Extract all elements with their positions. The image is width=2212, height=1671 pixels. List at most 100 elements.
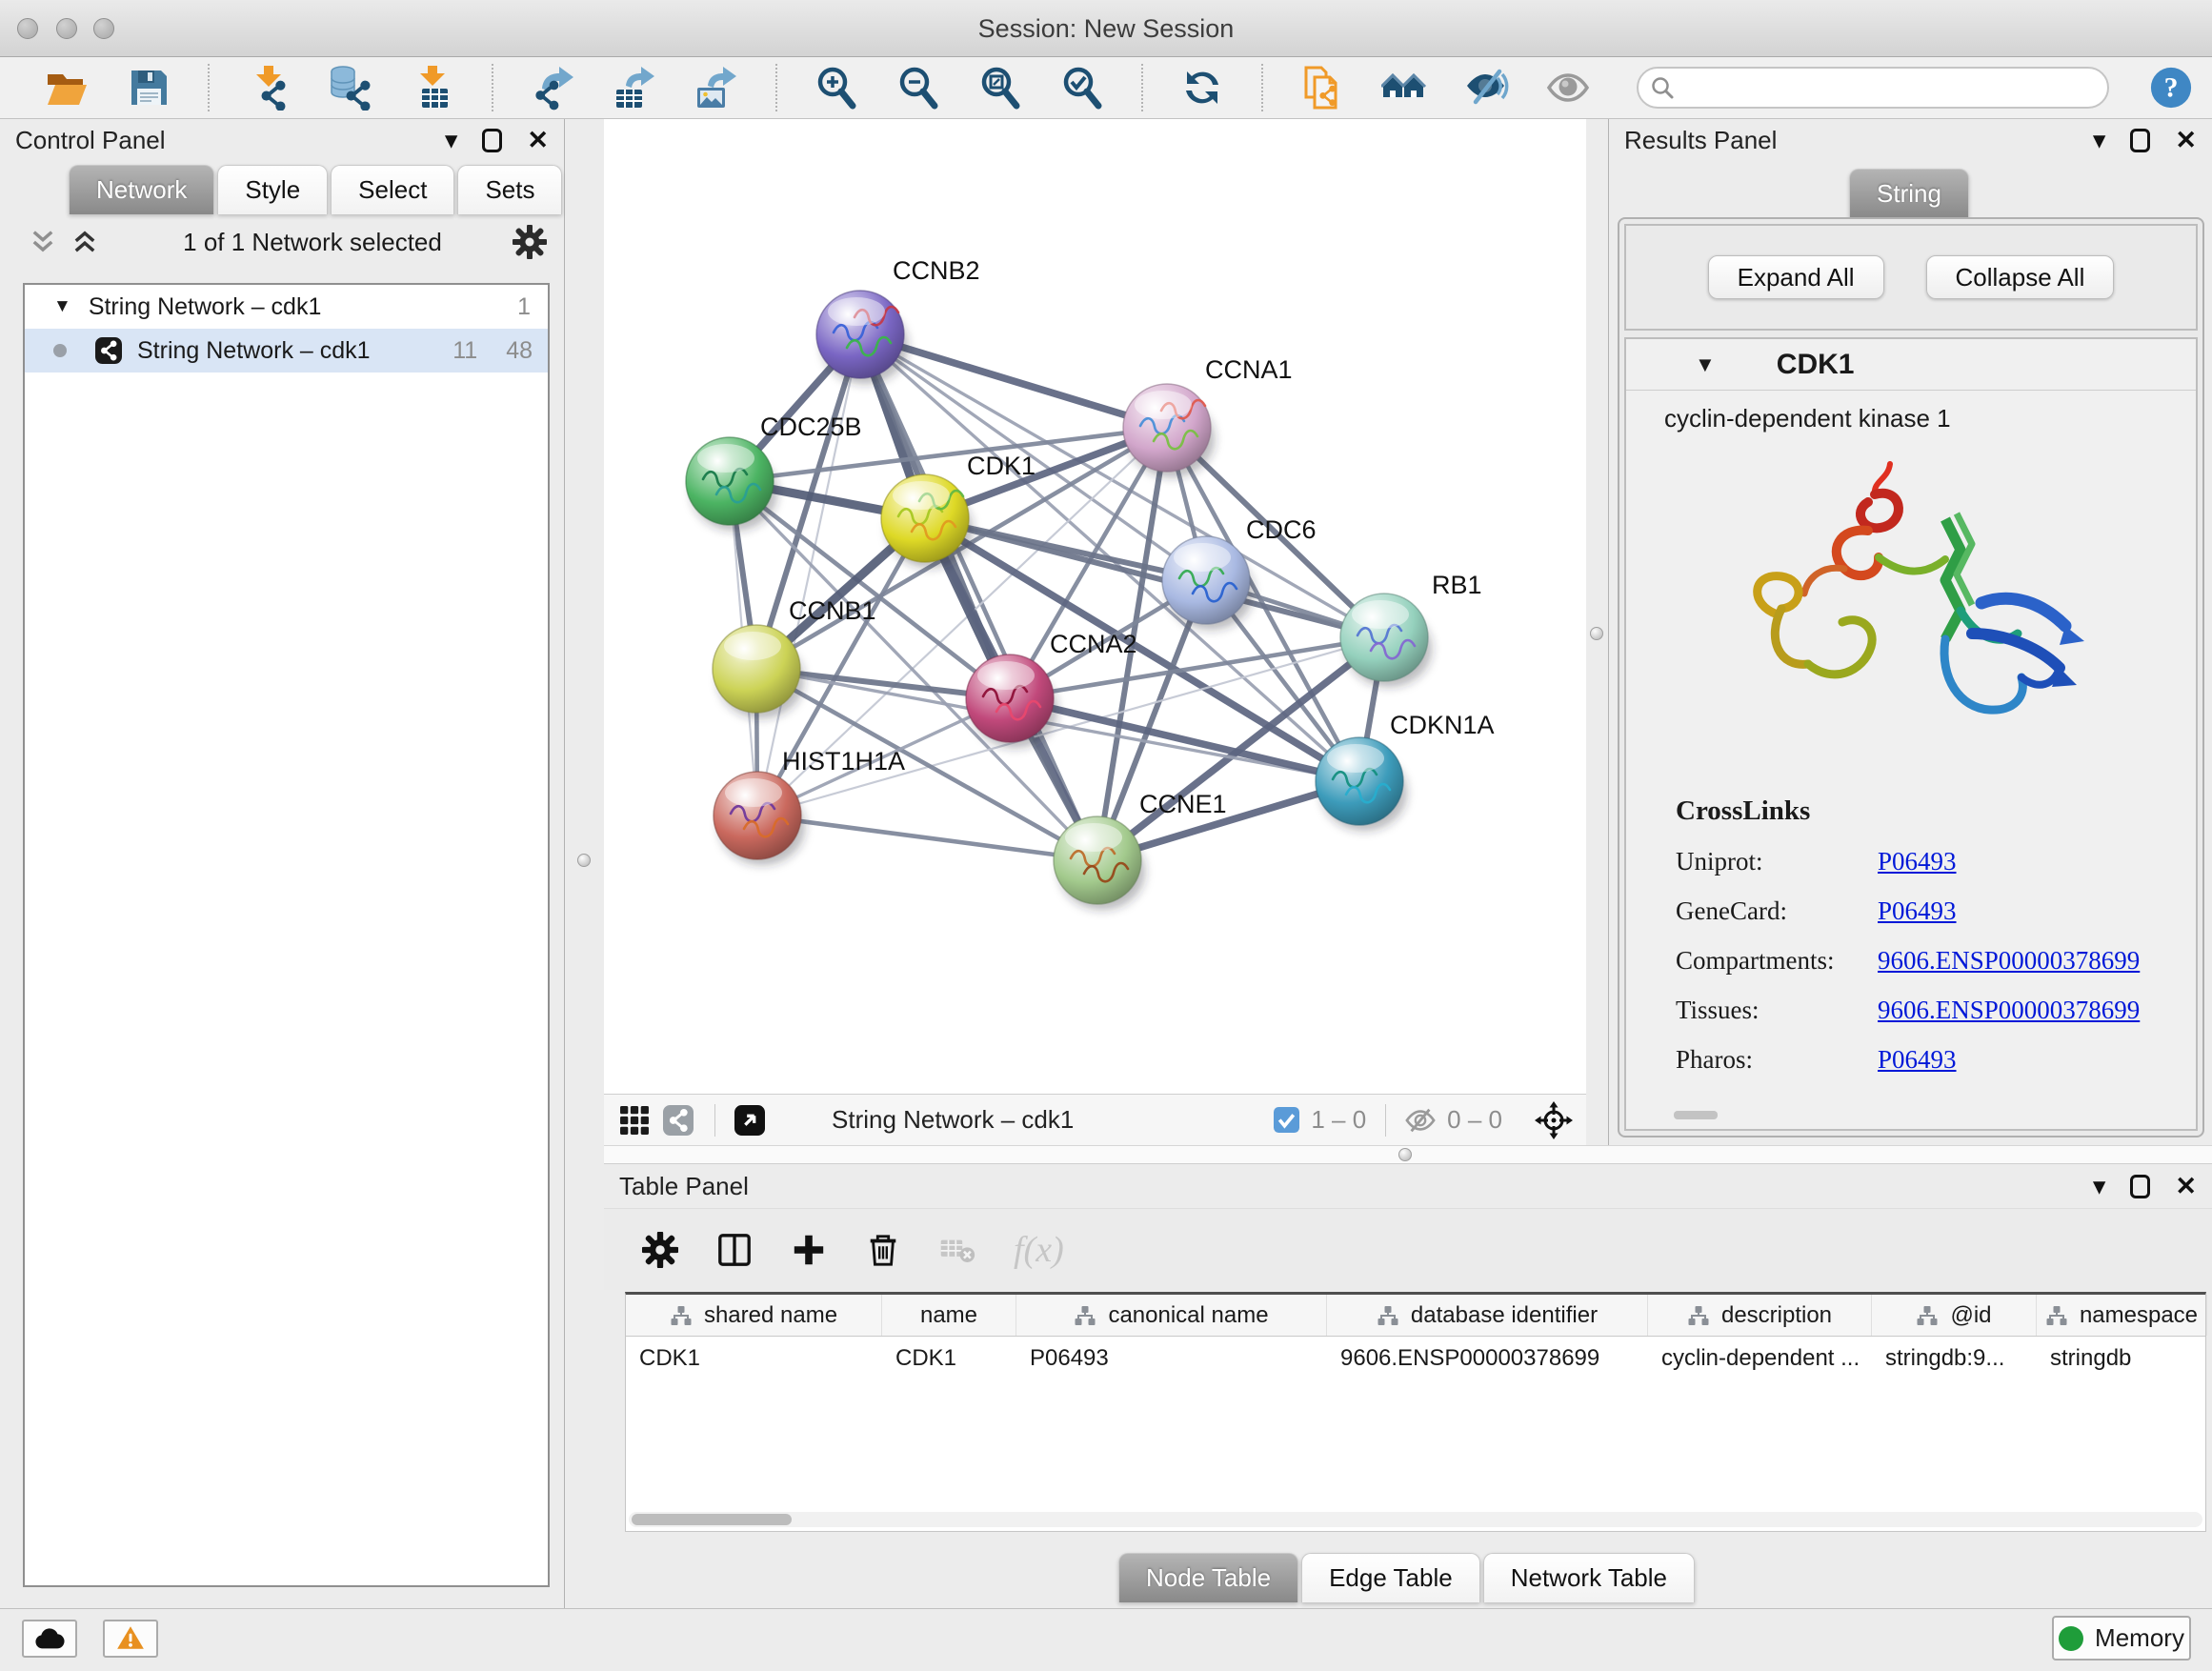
add-column-icon[interactable] — [791, 1232, 827, 1268]
column-header-canonical-name[interactable]: canonical name — [1016, 1295, 1327, 1336]
save-session-icon[interactable] — [126, 65, 171, 111]
table-horizontal-scrollbar[interactable] — [629, 1512, 2202, 1527]
node-CDC25B[interactable] — [686, 437, 777, 531]
control-panel-float-button[interactable] — [482, 129, 502, 152]
table-scrollbar-thumb[interactable] — [632, 1514, 792, 1525]
column-header-description[interactable]: description — [1648, 1295, 1872, 1336]
table-settings-icon[interactable] — [642, 1232, 678, 1268]
view-network-icon[interactable] — [663, 1105, 694, 1136]
control-panel-close-button[interactable]: ✕ — [527, 128, 549, 153]
refresh-icon[interactable] — [1179, 65, 1225, 111]
control-panel-collapse-button[interactable]: ▾ — [445, 128, 458, 153]
network-canvas[interactable]: CCNB2CCNA1CDC25BCDK1CDC6RB1CCNB1CCNA2CDK… — [604, 119, 1586, 1094]
table-cell[interactable]: stringdb:9... — [1872, 1337, 2037, 1379]
node-CDK1[interactable] — [881, 474, 973, 568]
table-panel-title: Table Panel — [619, 1172, 749, 1201]
warnings-button[interactable] — [103, 1620, 158, 1658]
expand-all-button[interactable]: Expand All — [1708, 255, 1884, 299]
table-cell[interactable]: P06493 — [1016, 1337, 1327, 1379]
network-options-gear-icon[interactable] — [513, 225, 547, 259]
table-cell[interactable]: CDK1 — [626, 1337, 882, 1379]
results-scrollbar-thumb[interactable] — [1674, 1111, 1718, 1119]
table-panel-collapse-button[interactable]: ▾ — [2093, 1174, 2106, 1199]
memory-button[interactable]: Memory — [2052, 1616, 2191, 1661]
horizontal-splitter-handle[interactable] — [1398, 1148, 1412, 1161]
network-tree: ▼ String Network – cdk1 1 String Network… — [23, 283, 550, 1587]
node-CCNA2[interactable] — [966, 654, 1057, 748]
open-session-icon[interactable] — [44, 65, 90, 111]
node-label-CCNB1: CCNB1 — [789, 596, 876, 625]
string-home-icon[interactable] — [1381, 65, 1427, 111]
gene-section-caret-icon[interactable]: ▼ — [1695, 352, 1716, 377]
toolbar-separator — [1261, 64, 1263, 111]
node-label-CCNA1: CCNA1 — [1205, 355, 1293, 384]
node-HIST1H1A[interactable] — [714, 772, 805, 865]
import-table-icon[interactable] — [410, 65, 455, 111]
show-columns-icon[interactable] — [716, 1232, 753, 1268]
column-header-shared-name[interactable]: shared name — [626, 1295, 882, 1336]
string-hide-icon[interactable] — [1463, 65, 1509, 111]
search-input[interactable] — [1675, 69, 2107, 107]
crosslink-genecard-link[interactable]: P06493 — [1878, 896, 1957, 926]
collapse-all-button[interactable]: Collapse All — [1926, 255, 2115, 299]
export-network-icon[interactable] — [530, 65, 575, 111]
node-CDKN1A[interactable] — [1316, 737, 1407, 831]
warning-icon — [115, 1625, 146, 1652]
tab-edge-table[interactable]: Edge Table — [1301, 1553, 1480, 1602]
zoom-out-icon[interactable] — [895, 65, 941, 111]
left-splitter-handle[interactable] — [577, 854, 591, 867]
node-CCNA1[interactable] — [1123, 384, 1215, 477]
network-collection-row[interactable]: ▼ String Network – cdk1 1 — [25, 285, 548, 329]
column-header-namespace[interactable]: namespace — [2037, 1295, 2207, 1336]
crosslink-tissues-link[interactable]: 9606.ENSP00000378699 — [1878, 996, 2140, 1025]
table-cell[interactable]: 9606.ENSP00000378699 — [1327, 1337, 1648, 1379]
cloud-button[interactable] — [22, 1620, 77, 1658]
tab-string[interactable]: String — [1849, 169, 1969, 218]
crosslink-uniprot-link[interactable]: P06493 — [1878, 847, 1957, 876]
birdseye-view-icon[interactable] — [734, 1105, 765, 1136]
table-row[interactable]: CDK1CDK1P064939606.ENSP00000378699cyclin… — [626, 1337, 2205, 1379]
column-header-database-identifier[interactable]: database identifier — [1327, 1295, 1648, 1336]
export-image-icon[interactable] — [694, 65, 739, 111]
zoom-in-icon[interactable] — [814, 65, 859, 111]
view-grid-icon[interactable] — [619, 1105, 650, 1136]
tab-node-table[interactable]: Node Table — [1118, 1553, 1298, 1602]
table-cell[interactable]: stringdb — [2037, 1337, 2207, 1379]
network-row-selected[interactable]: String Network – cdk1 11 48 — [25, 329, 548, 372]
tree-expand-icon[interactable]: ▼ — [53, 296, 71, 317]
zoom-fit-icon[interactable] — [977, 65, 1023, 111]
selected-nodes-icon[interactable] — [1274, 1107, 1299, 1133]
import-network-icon[interactable] — [246, 65, 292, 111]
selected-counts: 1 – 0 — [1311, 1105, 1366, 1135]
hidden-elements-icon[interactable] — [1405, 1105, 1436, 1136]
expand-all-networks-icon[interactable] — [70, 228, 99, 256]
help-icon[interactable]: ? — [2149, 66, 2193, 110]
results-panel-float-button[interactable] — [2130, 129, 2150, 152]
zoom-selected-icon[interactable] — [1059, 65, 1105, 111]
import-database-icon[interactable] — [328, 65, 373, 111]
table-panel-float-button[interactable] — [2130, 1175, 2150, 1198]
node-RB1[interactable] — [1340, 594, 1432, 687]
table-cell[interactable]: cyclin-dependent ... — [1648, 1337, 1872, 1379]
table-panel-close-button[interactable]: ✕ — [2175, 1174, 2197, 1199]
crosslink-compartments-link[interactable]: 9606.ENSP00000378699 — [1878, 946, 2140, 976]
fit-content-crosshair-icon[interactable] — [1535, 1101, 1573, 1139]
string-show-icon[interactable] — [1545, 65, 1591, 111]
tab-network[interactable]: Network — [69, 165, 214, 214]
network-graph[interactable]: CCNB2CCNA1CDC25BCDK1CDC6RB1CCNB1CCNA2CDK… — [604, 119, 1586, 1094]
collapse-all-networks-icon[interactable] — [29, 228, 57, 256]
crosslink-pharos-link[interactable]: P06493 — [1878, 1045, 1957, 1075]
right-splitter-handle[interactable] — [1590, 627, 1603, 640]
export-table-icon[interactable] — [612, 65, 657, 111]
delete-column-icon[interactable] — [865, 1232, 901, 1268]
column-header--id[interactable]: @id — [1872, 1295, 2037, 1336]
column-header-name[interactable]: name — [882, 1295, 1016, 1336]
tab-style[interactable]: Style — [217, 165, 328, 214]
tab-select[interactable]: Select — [331, 165, 454, 214]
results-panel-collapse-button[interactable]: ▾ — [2093, 128, 2106, 153]
tab-sets[interactable]: Sets — [457, 165, 562, 214]
table-cell[interactable]: CDK1 — [882, 1337, 1016, 1379]
tab-network-table[interactable]: Network Table — [1483, 1553, 1695, 1602]
duplicate-network-icon[interactable] — [1299, 65, 1345, 111]
results-panel-close-button[interactable]: ✕ — [2175, 128, 2197, 153]
